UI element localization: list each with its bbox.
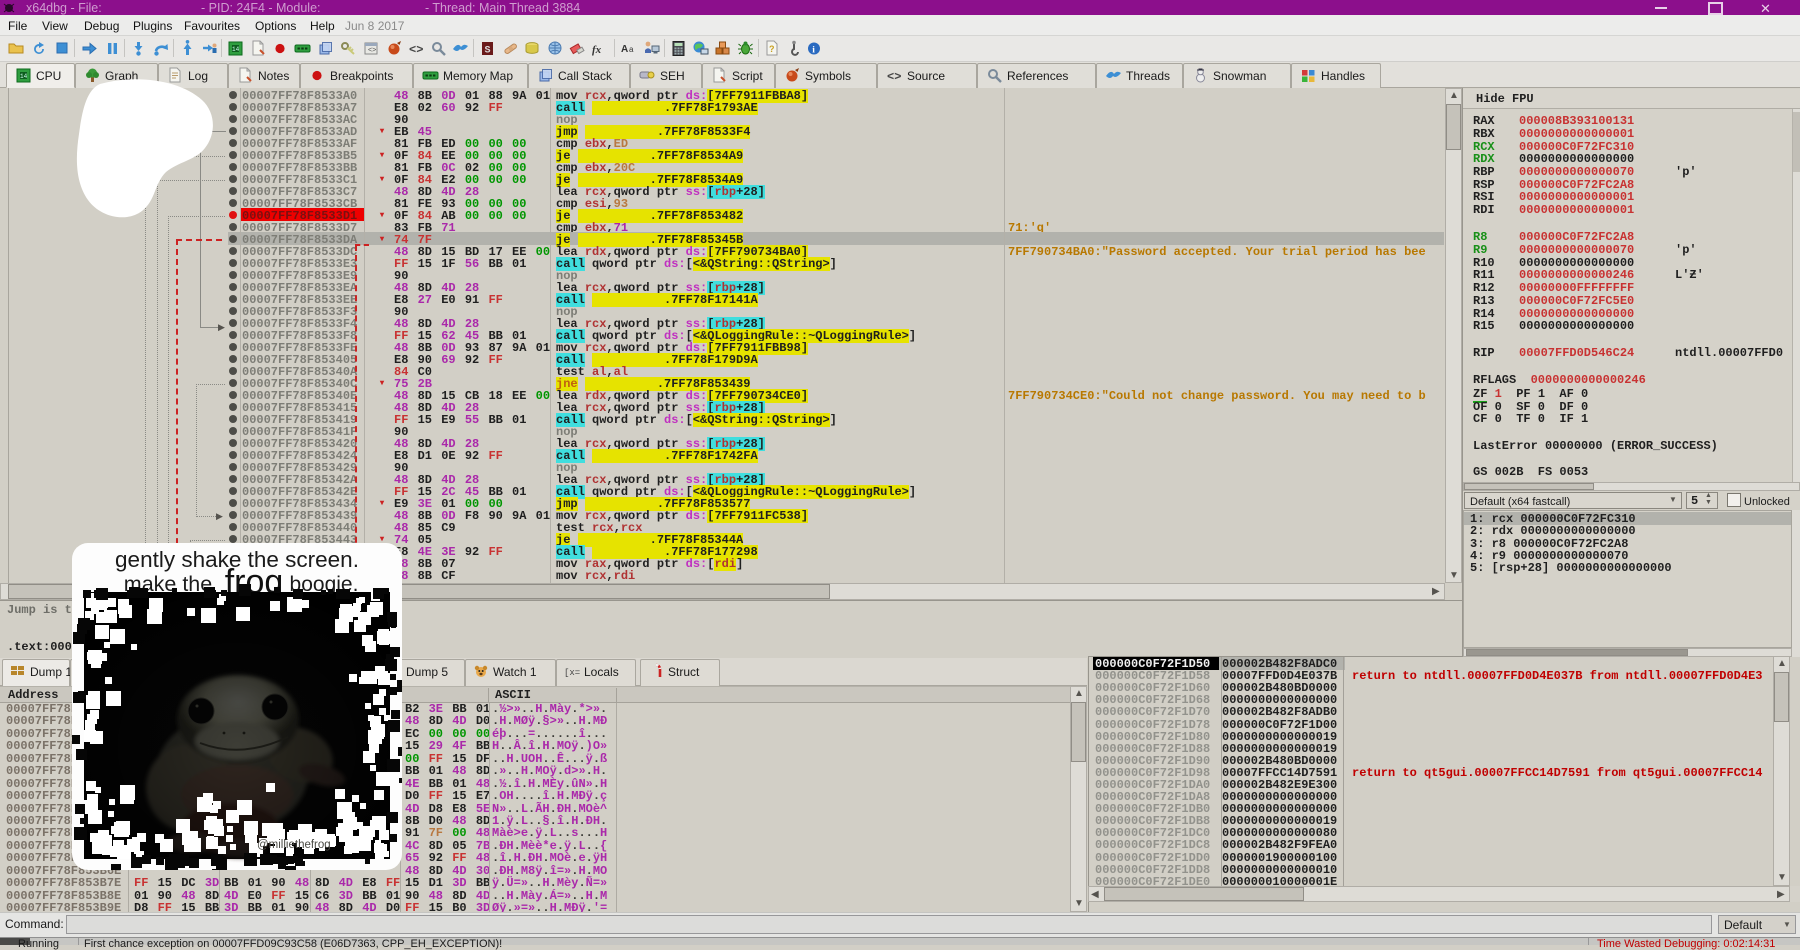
svg-text:i: i bbox=[812, 46, 815, 56]
svg-text:A: A bbox=[621, 44, 628, 55]
svg-text:<>: <> bbox=[409, 43, 423, 57]
svg-text:a: a bbox=[629, 45, 634, 54]
svg-text:@milliethefrog: @milliethefrog bbox=[257, 839, 331, 851]
svg-text:14: 14 bbox=[232, 46, 240, 53]
svg-text:<>: <> bbox=[887, 70, 901, 84]
svg-text:fx: fx bbox=[592, 44, 602, 56]
svg-text:S: S bbox=[485, 46, 491, 57]
svg-text:[x=]: [x=] bbox=[564, 668, 581, 678]
svg-text:<>: <> bbox=[368, 47, 376, 54]
svg-text:?: ? bbox=[769, 44, 775, 54]
svg-text:14: 14 bbox=[20, 73, 28, 80]
